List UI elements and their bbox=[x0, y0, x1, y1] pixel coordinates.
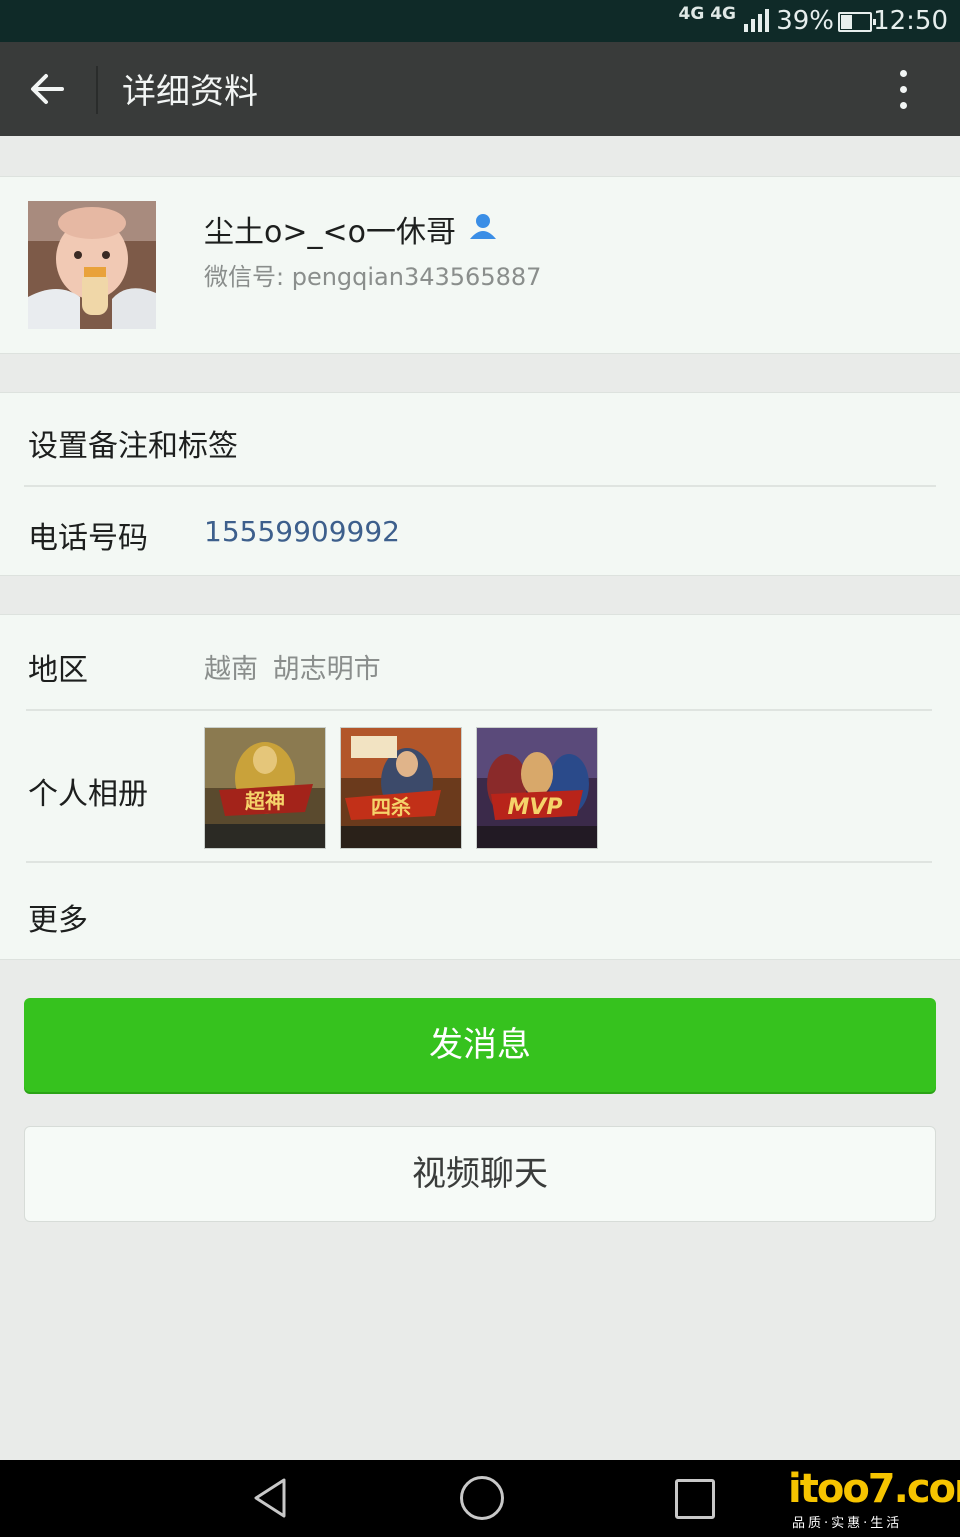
page-title: 详细资料 bbox=[122, 72, 258, 112]
nickname: 尘土o>_<o一休哥 bbox=[204, 215, 456, 250]
phone-number-link[interactable]: 15559909992 bbox=[204, 515, 400, 548]
album-thumb-caption: MVP bbox=[507, 795, 562, 820]
top-toolbar: 详细资料 bbox=[0, 42, 960, 136]
arrow-left-icon[interactable] bbox=[22, 64, 74, 114]
watermark-tagline: 品质·实惠·生活 bbox=[792, 1516, 903, 1531]
settings-card: 设置备注和标签 电话号码 15559909992 bbox=[0, 392, 960, 576]
square-recents-icon[interactable] bbox=[675, 1479, 715, 1519]
region-value: 越南 胡志明市 bbox=[204, 654, 381, 685]
status-bar: 4G 4G 39% 12:50 bbox=[0, 0, 960, 42]
signal-icon bbox=[744, 9, 769, 32]
profile-card: 尘土o>_<o一休哥 微信号: pengqian343565887 bbox=[0, 176, 960, 354]
wechat-id: 微信号: pengqian343565887 bbox=[204, 263, 542, 291]
circle-home-icon[interactable] bbox=[460, 1476, 504, 1520]
watermark-logo: itoo7.com 品质·实惠·生活 bbox=[786, 1466, 960, 1532]
row-divider bbox=[26, 709, 932, 711]
row-divider bbox=[26, 861, 932, 863]
info-card: 地区 越南 胡志明市 个人相册 超神 四杀 MVP 更多 bbox=[0, 614, 960, 960]
row-divider bbox=[24, 485, 936, 487]
more-vertical-icon[interactable] bbox=[888, 66, 918, 114]
phone-label: 电话号码 bbox=[28, 521, 148, 556]
network-indicator: 4G 4G bbox=[678, 4, 736, 24]
battery-percent: 39% bbox=[776, 6, 834, 36]
avatar[interactable] bbox=[28, 201, 156, 329]
battery-icon bbox=[838, 12, 876, 32]
region-label: 地区 bbox=[28, 653, 88, 688]
album-label: 个人相册 bbox=[28, 777, 148, 812]
send-message-button[interactable]: 发消息 bbox=[24, 998, 936, 1092]
system-nav-bar: itoo7.com 品质·实惠·生活 bbox=[0, 1460, 960, 1537]
watermark-logo-text: itoo7.com bbox=[788, 1466, 960, 1512]
album-thumb[interactable]: 超神 bbox=[204, 727, 326, 849]
album-thumb-caption: 四杀 bbox=[371, 795, 411, 819]
album-thumb[interactable]: 四杀 bbox=[340, 727, 462, 849]
person-icon bbox=[470, 214, 496, 239]
video-chat-button[interactable]: 视频聊天 bbox=[24, 1126, 936, 1222]
more-row[interactable]: 更多 bbox=[28, 895, 88, 939]
album-thumb[interactable]: MVP bbox=[476, 727, 598, 849]
triangle-back-icon[interactable] bbox=[250, 1476, 290, 1520]
toolbar-divider bbox=[96, 66, 98, 114]
clock: 12:50 bbox=[873, 6, 948, 36]
album-thumb-caption: 超神 bbox=[244, 789, 285, 813]
remark-tag-row[interactable]: 设置备注和标签 bbox=[28, 421, 238, 465]
